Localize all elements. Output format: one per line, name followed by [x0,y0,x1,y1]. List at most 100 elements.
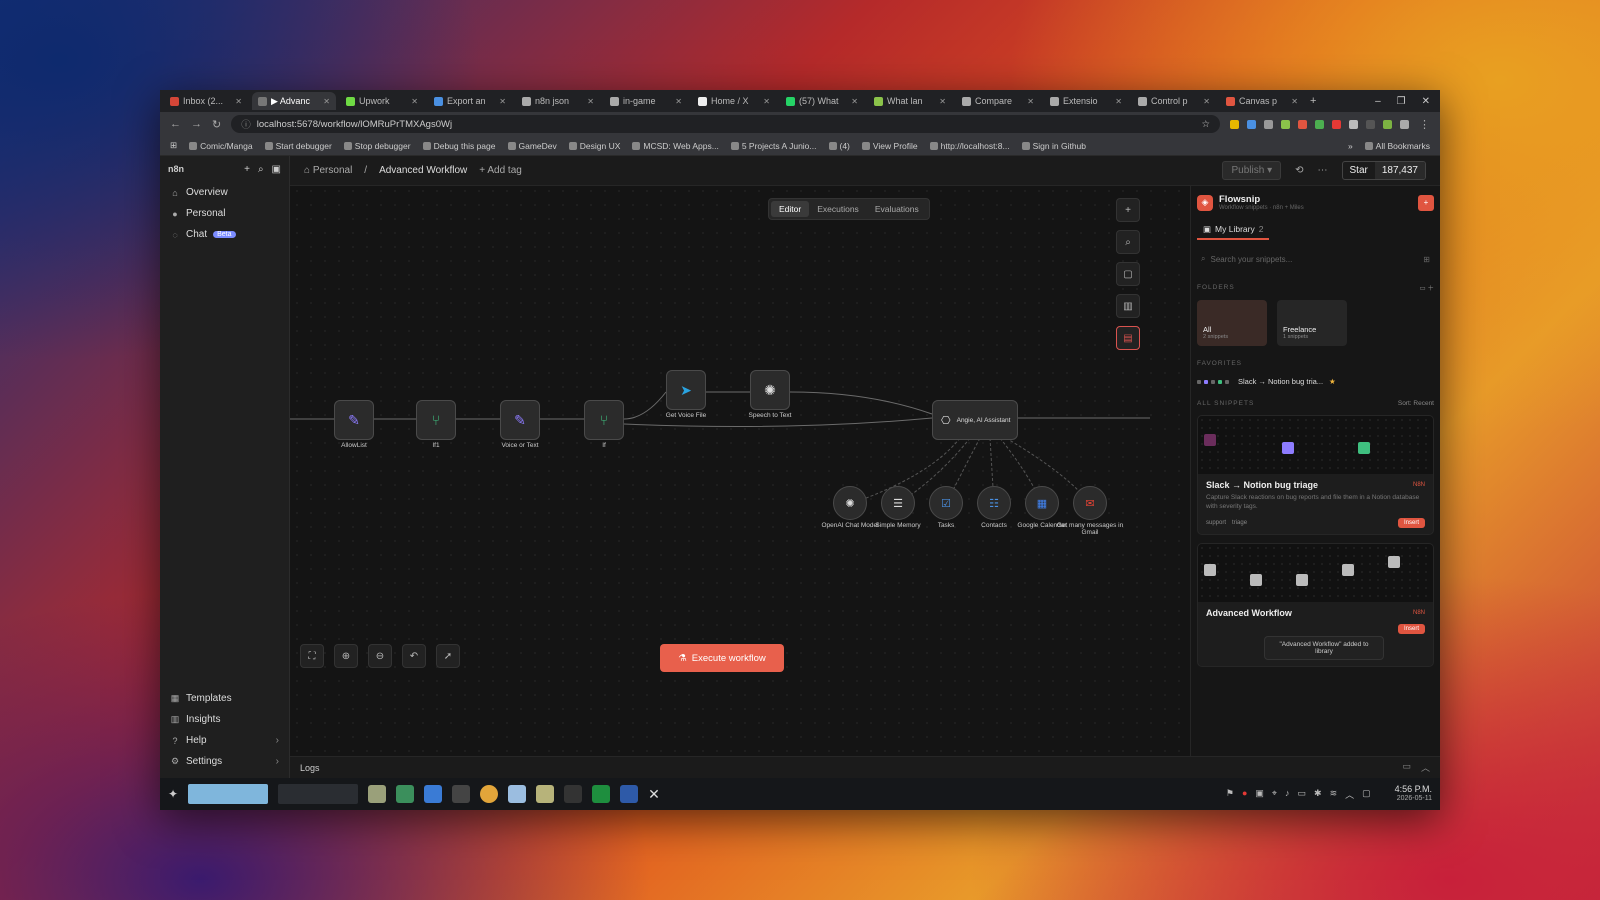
browser-tab[interactable]: What lan ✕ [868,92,952,110]
close-tab-icon[interactable]: ✕ [939,97,946,106]
extension-icon[interactable] [1264,119,1273,129]
flowsnip-icon[interactable]: ▤ [1116,326,1140,350]
node-if1[interactable]: ⑂ [416,400,456,440]
node-gmail[interactable]: ✉ [1073,486,1107,520]
snippet-card[interactable]: Advanced Workflow N8N Insert "Advanced Wo… [1197,542,1434,667]
close-tab-icon[interactable]: ✕ [1203,97,1210,106]
insert-button[interactable]: Insert [1397,623,1425,634]
location-icon[interactable]: ⌖ [1272,788,1277,801]
node-tasks[interactable]: ☑ [929,486,963,520]
maximize-icon[interactable]: ❐ [1397,96,1406,107]
sticky-note-icon[interactable]: ▢ [1116,262,1140,286]
node-ai-agent[interactable]: ⎔ Angie, AI Assistant [932,400,1018,440]
node-get-voice-file[interactable]: ➤ [666,370,706,410]
sidebar-item-insights[interactable]: ▥ Insights [160,709,289,730]
apps-grid-icon[interactable]: ⊞ [170,140,177,151]
url-field[interactable]: ⓘ localhost:5678/workflow/lOMRuPrTMXAgs0W… [231,115,1220,133]
close-tab-icon[interactable]: ✕ [1115,97,1122,106]
new-folder-icon[interactable]: ▭ ＋ [1420,282,1434,292]
clock[interactable]: 4:56 P.M. 2026-05-11 [1395,784,1432,803]
tray-icon[interactable]: ⚑ [1226,788,1234,801]
cursor-icon[interactable]: ➚ [436,644,460,668]
bookmark-item[interactable]: Sign in Github [1021,141,1086,151]
search-icon[interactable]: ⌕ [258,164,264,175]
tab-editor[interactable]: Editor [771,201,810,217]
node-voice-or-text[interactable]: ✎ [500,400,540,440]
extension-icon[interactable] [1383,119,1392,129]
browser-tab[interactable]: Compare ✕ [956,92,1040,110]
close-tab-icon[interactable]: ✕ [323,97,330,106]
sidebar-item-templates[interactable]: ▦ Templates [160,688,289,709]
workspace-preview[interactable] [188,784,269,804]
x-icon[interactable]: ✕ [648,786,660,803]
close-tab-icon[interactable]: ✕ [411,97,418,106]
node-if[interactable]: ⑂ [584,400,624,440]
bookmark-item[interactable]: GameDev [507,141,557,151]
bookmark-item[interactable]: View Profile [861,141,918,151]
volume-icon[interactable]: ♪ [1285,788,1290,801]
extension-icon[interactable] [1281,119,1290,129]
files-icon[interactable] [368,785,387,803]
finder-icon[interactable] [508,785,527,803]
popout-icon[interactable]: ▭ [1402,761,1411,774]
browser-tab[interactable]: (57) What ✕ [780,92,864,110]
logs-bar[interactable]: Logs ▭ ︿ [290,756,1440,778]
minimize-icon[interactable]: – [1375,96,1381,107]
sidebar-item-overview[interactable]: ⌂ Overview [160,182,289,203]
bookmark-item[interactable]: MCSD: Web Apps... [632,141,719,151]
extension-icon[interactable] [1332,119,1341,129]
browser-tab[interactable]: ▶ Advanc ✕ [252,92,336,110]
reload-icon[interactable]: ↻ [212,118,221,131]
browser-tab[interactable]: Control p ✕ [1132,92,1216,110]
sidebar-item-settings[interactable]: ⚙ Settings › [160,751,289,772]
notification-icon[interactable]: ▢ [1362,788,1371,801]
zoom-out-icon[interactable]: ⊖ [368,644,392,668]
history-icon[interactable]: ⟲ [1295,165,1303,176]
sidebar-item-help[interactable]: ? Help › [160,730,289,751]
close-tab-icon[interactable]: ✕ [587,97,594,106]
archive-icon[interactable] [536,785,555,803]
back-icon[interactable]: ← [170,118,181,130]
bookmark-star-icon[interactable]: ☆ [1201,119,1210,130]
bookmark-item[interactable]: Start debugger [264,141,332,151]
favorite-item[interactable]: Slack → Notion bug tria... ★ [1197,377,1434,386]
workflow-canvas[interactable]: ⌂ Personal / Advanced Workflow + Add tag… [290,156,1440,778]
node-simple-memory[interactable]: ☰ [881,486,915,520]
browser-tab[interactable]: Export an ✕ [428,92,512,110]
fit-view-icon[interactable]: ⛶ [300,644,324,668]
execute-workflow-button[interactable]: ⚗ Execute workflow [660,644,784,672]
close-tab-icon[interactable]: ✕ [1291,97,1298,106]
bookmark-item[interactable]: Stop debugger [343,141,411,151]
grid-view-icon[interactable]: ⊞ [1423,255,1430,264]
close-tab-icon[interactable]: ✕ [763,97,770,106]
folder-all[interactable]: All 2 snippets [1197,300,1267,346]
browser-tab[interactable]: in-game ✕ [604,92,688,110]
sidebar-item-personal[interactable]: ● Personal [160,203,289,224]
bookmark-item[interactable]: (4) [828,141,850,151]
close-icon[interactable]: ✕ [1422,96,1430,107]
browser-tab[interactable]: Extensio ✕ [1044,92,1128,110]
bookmark-item[interactable]: Debug this page [422,141,496,151]
browser-tab[interactable]: Home / X ✕ [692,92,776,110]
battery-icon[interactable]: ▭ [1298,788,1307,801]
menu-kebab-icon[interactable]: ⋮ [1419,118,1430,131]
monitor-icon[interactable] [592,785,611,803]
chevron-up-icon[interactable]: ︿ [1345,788,1354,801]
bluetooth-icon[interactable]: ✱ [1314,788,1322,801]
bookmark-item[interactable]: 5 Projects A Junio... [730,141,817,151]
browser-tab[interactable]: n8n json ✕ [516,92,600,110]
app-icon[interactable] [396,785,415,803]
panel-icon[interactable]: ▥ [1116,294,1140,318]
puzzle-icon[interactable] [1400,119,1409,129]
add-node-icon[interactable]: + [1116,198,1140,222]
chrome-icon[interactable] [480,785,499,803]
browser-tab[interactable]: Inbox (2... ✕ [164,92,248,110]
tab-evaluations[interactable]: Evaluations [867,201,927,217]
extension-icon[interactable] [1366,119,1375,129]
node-speech-to-text[interactable]: ✺ [750,370,790,410]
bookmark-item[interactable]: http://localhost:8... [929,141,1010,151]
tab-executions[interactable]: Executions [809,201,867,217]
tray-icon[interactable]: ▣ [1255,788,1264,801]
close-tab-icon[interactable]: ✕ [499,97,506,106]
extension-icon[interactable] [1349,119,1358,129]
